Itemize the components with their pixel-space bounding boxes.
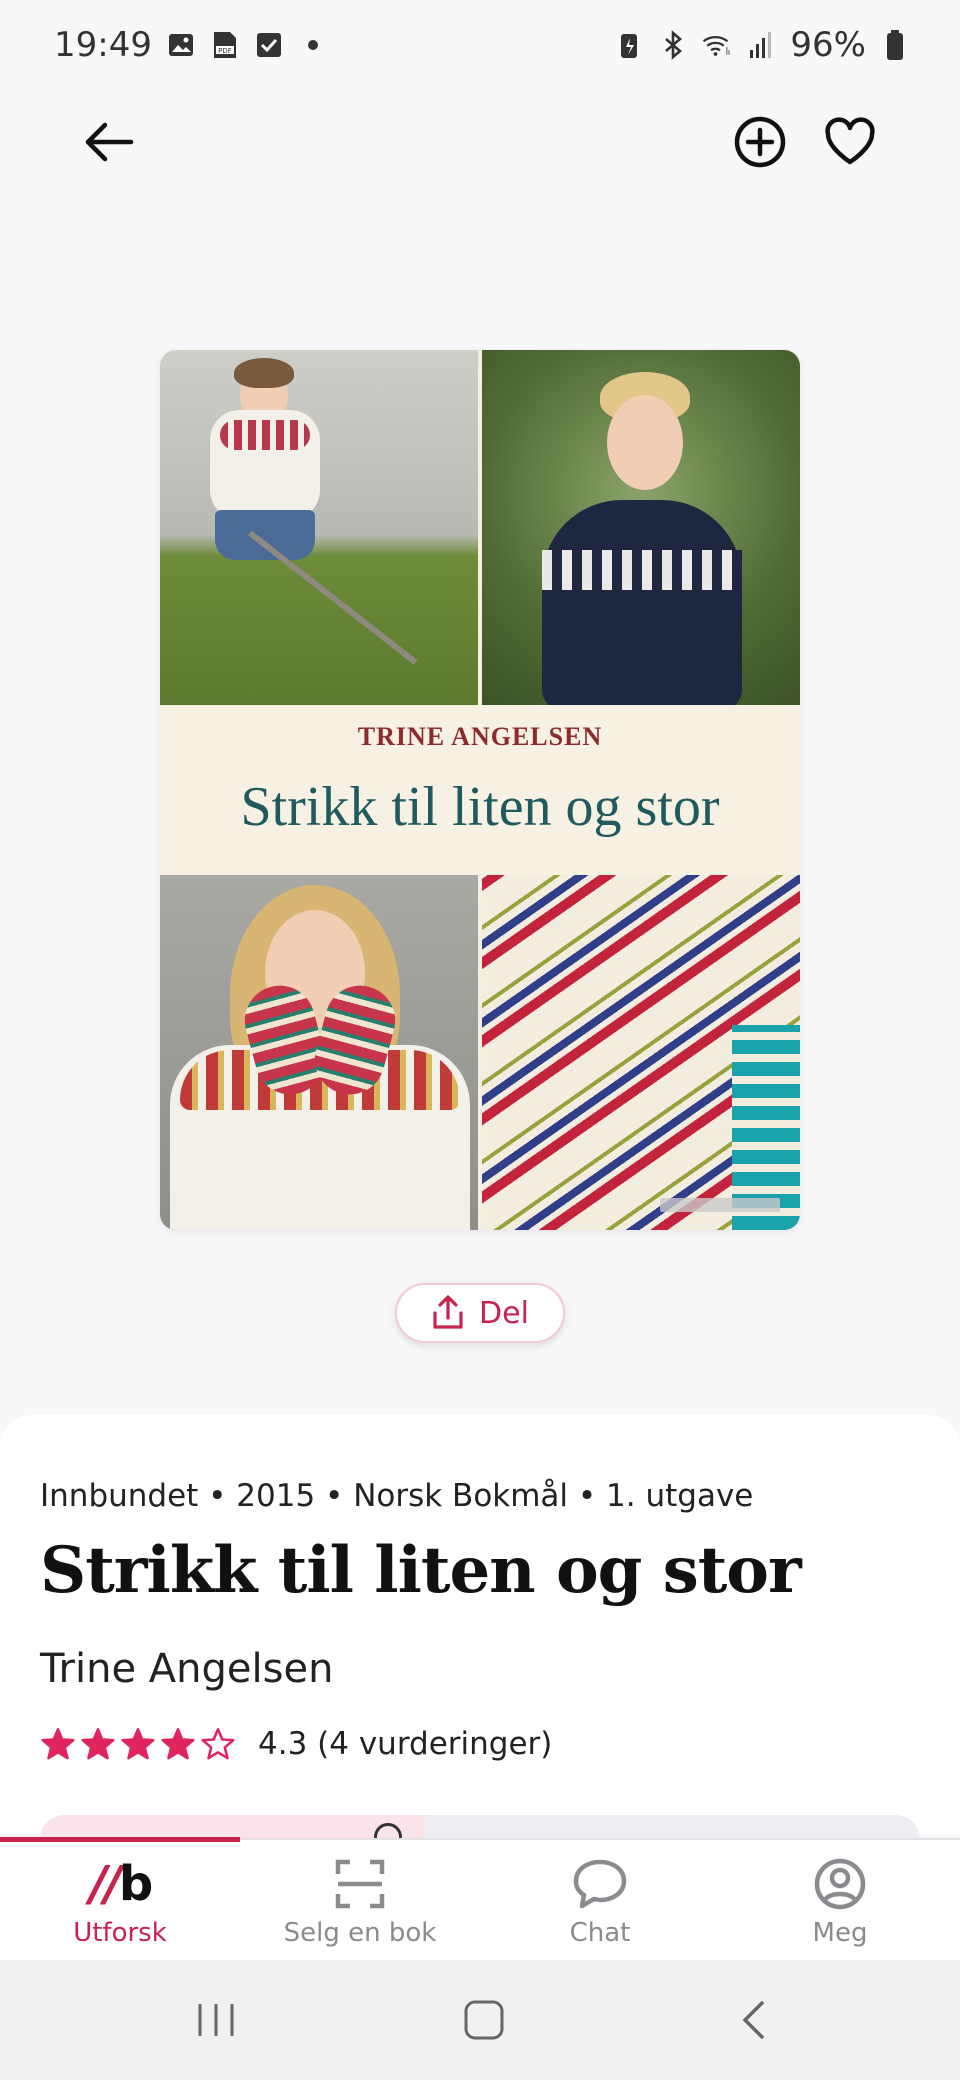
signal-icon [746, 30, 776, 60]
rating-text: 4.3 (4 vurderinger) [258, 1726, 553, 1762]
status-time: 19:49 [54, 25, 152, 65]
add-to-list-button[interactable] [720, 102, 800, 182]
nav-label-chat: Chat [569, 1918, 631, 1948]
book-title: Strikk til liten og stor [40, 1533, 802, 1608]
brand-logo-icon: //b [89, 1856, 153, 1912]
offer-tab-active[interactable] [40, 1815, 425, 1839]
nav-item-utforsk[interactable]: //b Utforsk [0, 1840, 240, 1962]
share-button[interactable]: Del [395, 1283, 565, 1343]
star-filled-icon [161, 1728, 195, 1760]
cover-photo-woman [160, 875, 478, 1230]
svg-text:PDF: PDF [218, 47, 232, 55]
status-right: 96% [614, 25, 910, 65]
share-label: Del [479, 1295, 529, 1331]
bluetooth-icon [658, 30, 688, 60]
cover-photo-girl [160, 350, 478, 705]
bottom-nav: //b Utforsk Selg en bok Chat Meg [0, 1837, 960, 1962]
book-meta: Innbundet • 2015 • Norsk Bokmål • 1. utg… [40, 1478, 754, 1514]
home-button[interactable] [444, 1990, 524, 2050]
logo-slashes: // [89, 1856, 122, 1912]
star-outline-icon [201, 1728, 235, 1760]
favorite-button[interactable] [810, 102, 890, 182]
dot-icon [298, 30, 328, 60]
recent-apps-icon [198, 2004, 234, 2036]
share-icon [433, 1295, 463, 1329]
battery-saver-icon [614, 30, 644, 60]
system-back-button[interactable] [714, 1990, 794, 2050]
chat-bubble-icon [573, 1859, 627, 1909]
battery-icon [880, 30, 910, 60]
scan-icon [335, 1859, 385, 1909]
nav-label-utforsk: Utforsk [73, 1918, 167, 1948]
system-back-icon [742, 2000, 765, 2040]
nav-item-meg[interactable]: Meg [720, 1840, 960, 1962]
cover-title: Strikk til liten og stor [240, 776, 720, 838]
status-left: 19:49 PDF [54, 25, 328, 65]
offer-tabs[interactable] [40, 1815, 920, 1839]
image-icon [166, 30, 196, 60]
star-filled-icon [121, 1728, 155, 1760]
heart-icon [825, 117, 875, 165]
rating-stars [40, 1727, 236, 1761]
nav-label-meg: Meg [812, 1918, 868, 1948]
app-bar [0, 100, 960, 190]
back-button[interactable] [68, 102, 148, 182]
nav-item-chat[interactable]: Chat [480, 1840, 720, 1962]
profile-icon [814, 1858, 866, 1910]
star-filled-icon [81, 1728, 115, 1760]
status-bar: 19:49 PDF 96% [0, 0, 960, 90]
cover-photo-knit-pattern [482, 875, 800, 1230]
add-circle-icon [734, 116, 786, 168]
logo-letter: b [118, 1856, 153, 1912]
checkbox-icon [254, 30, 284, 60]
cover-author: TRINE ANGELSEN [357, 722, 603, 751]
star-filled-icon [41, 1728, 75, 1760]
back-arrow-icon [85, 122, 134, 162]
publisher-logo [660, 1198, 780, 1212]
nav-item-selg-en-bok[interactable]: Selg en bok [240, 1840, 480, 1962]
book-cover[interactable]: TRINE ANGELSEN Strikk til liten og stor [160, 350, 800, 1230]
cover-photo-boy [482, 350, 800, 710]
wifi-icon [702, 30, 732, 60]
book-author[interactable]: Trine Angelsen [40, 1646, 333, 1692]
pdf-icon: PDF [210, 30, 240, 60]
battery-percent: 96% [790, 25, 866, 65]
system-nav-bar [0, 1960, 960, 2080]
nav-label-selg-en-bok: Selg en bok [283, 1918, 437, 1948]
home-icon [464, 2000, 504, 2040]
rating[interactable]: 4.3 (4 vurderinger) [40, 1726, 552, 1762]
recent-apps-button[interactable] [176, 1990, 256, 2050]
